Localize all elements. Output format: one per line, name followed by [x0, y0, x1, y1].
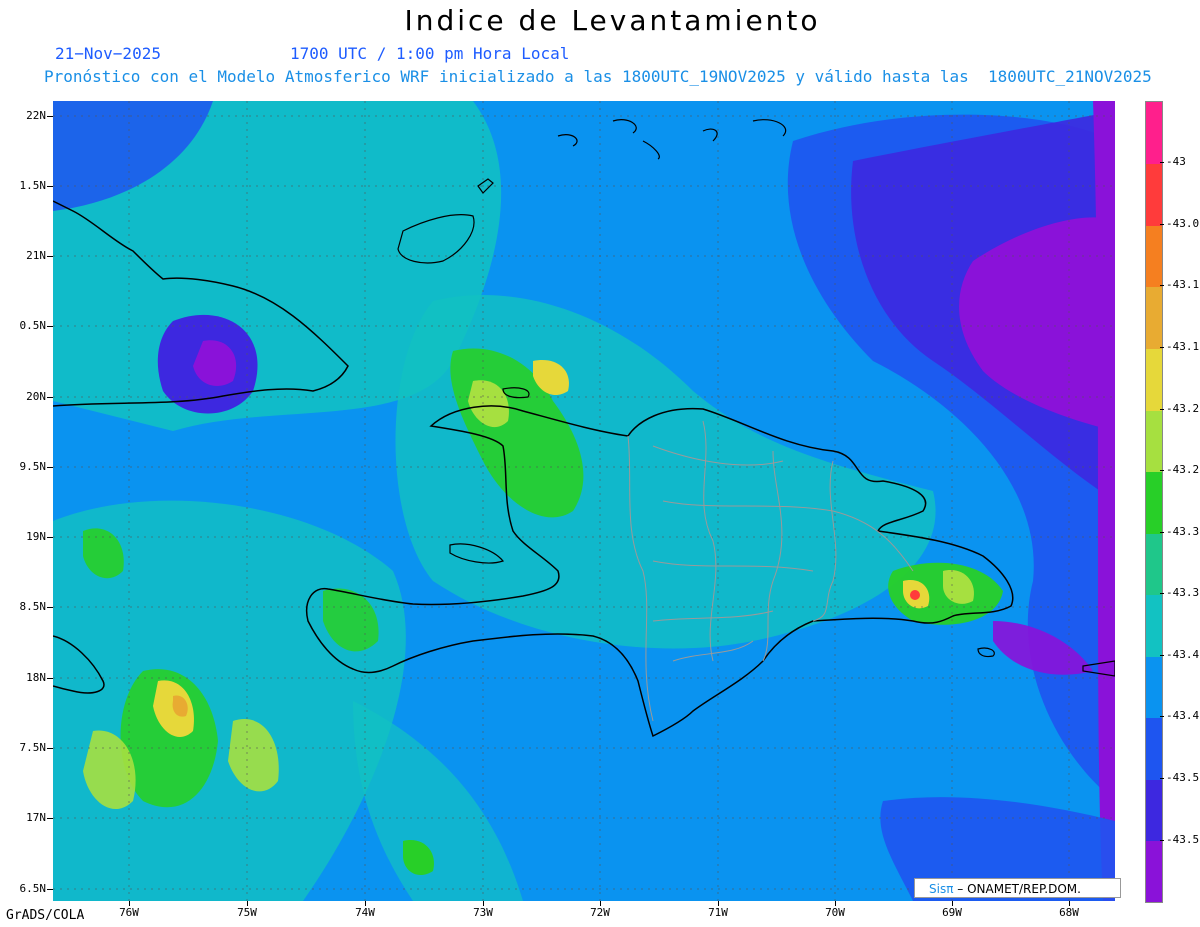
legend-label: -43: [1166, 155, 1186, 168]
legend-swatch: [1146, 472, 1162, 534]
lon-tick: [129, 901, 130, 906]
lon-tick: [483, 901, 484, 906]
legend-tick: [1160, 532, 1164, 533]
lon-label-76w: 76W: [119, 906, 139, 919]
lon-label-69w: 69W: [942, 906, 962, 919]
legend-tick: [1160, 470, 1164, 471]
lat-tick: [47, 256, 53, 257]
lon-label-71w: 71W: [708, 906, 728, 919]
legend-swatch: [1146, 349, 1162, 411]
legend-label: -43.1: [1166, 340, 1200, 353]
lat-tick: [47, 889, 53, 890]
lat-label-21-5n: 1.5N: [19, 179, 47, 192]
legend-label: -43.3: [1166, 586, 1200, 599]
forecast-time: 1700 UTC / 1:00 pm Hora Local: [290, 44, 570, 63]
lon-tick: [718, 901, 719, 906]
source-label: GrADS/COLA: [6, 908, 85, 923]
legend-swatch: [1146, 780, 1162, 841]
legend-swatch: [1146, 102, 1162, 164]
lon-tick: [600, 901, 601, 906]
lat-tick: [47, 467, 53, 468]
legend-label: -43.2: [1166, 463, 1200, 476]
field-red-east-dr: [910, 590, 920, 600]
legend-tick: [1160, 409, 1164, 410]
lon-tick: [1069, 901, 1070, 906]
lat-label-21n: 21N: [26, 249, 46, 262]
lat-label-16-5n: 6.5N: [19, 882, 47, 895]
legend-tick: [1160, 285, 1164, 286]
legend-label: -43.4: [1166, 709, 1200, 722]
legend-label: -43.2: [1166, 402, 1200, 415]
lat-tick: [47, 397, 53, 398]
lat-label-19-5n: 9.5N: [19, 460, 47, 473]
lon-label-72w: 72W: [590, 906, 610, 919]
lat-tick: [47, 326, 53, 327]
legend-swatch: [1146, 657, 1162, 718]
lat-label-18n: 18N: [26, 671, 46, 684]
legend-label: -43.5: [1166, 771, 1200, 784]
lat-tick: [47, 818, 53, 819]
credit-org: – ONAMET/REP.DOM.: [957, 882, 1081, 896]
lon-tick: [835, 901, 836, 906]
lon-tick: [247, 901, 248, 906]
credit-box: Sisπ – ONAMET/REP.DOM.: [914, 878, 1121, 898]
lon-tick: [952, 901, 953, 906]
lat-label-20n: 20N: [26, 390, 46, 403]
lat-tick: [47, 186, 53, 187]
lat-label-18-5n: 8.5N: [19, 600, 47, 613]
lon-label-70w: 70W: [825, 906, 845, 919]
legend-tick: [1160, 162, 1164, 163]
legend-tick: [1160, 840, 1164, 841]
lat-tick: [47, 678, 53, 679]
legend-tick: [1160, 655, 1164, 656]
legend-label: -43.1: [1166, 278, 1200, 291]
legend-tick: [1160, 224, 1164, 225]
lat-label-17n: 17N: [26, 811, 46, 824]
legend-swatch: [1146, 718, 1162, 780]
legend-label: -43.3: [1166, 525, 1200, 538]
forecast-date: 21−Nov−2025: [55, 44, 161, 63]
lon-label-75w: 75W: [237, 906, 257, 919]
lat-tick: [47, 537, 53, 538]
forecast-map[interactable]: [53, 101, 1115, 901]
color-legend: [1145, 101, 1163, 903]
lat-label-22n: 22N: [26, 109, 46, 122]
legend-tick: [1160, 716, 1164, 717]
legend-swatch: [1146, 595, 1162, 657]
lon-tick: [365, 901, 366, 906]
legend-tick: [1160, 778, 1164, 779]
legend-swatch: [1146, 287, 1162, 349]
lon-label-74w: 74W: [355, 906, 375, 919]
legend-swatch: [1146, 411, 1162, 472]
forecast-description: Pronóstico con el Modelo Atmosferico WRF…: [44, 67, 1152, 86]
legend-swatch: [1146, 534, 1162, 595]
legend-swatch: [1146, 164, 1162, 226]
lat-tick: [47, 748, 53, 749]
legend-label: -43.5: [1166, 833, 1200, 846]
lon-label-73w: 73W: [473, 906, 493, 919]
lat-label-20-5n: 0.5N: [19, 319, 47, 332]
lat-tick: [47, 607, 53, 608]
credit-brand: Sisπ: [929, 882, 954, 896]
legend-tick: [1160, 593, 1164, 594]
legend-label: -43.4: [1166, 648, 1200, 661]
lat-tick: [47, 116, 53, 117]
legend-tick: [1160, 347, 1164, 348]
legend-swatch: [1146, 226, 1162, 287]
map-field-svg: [53, 101, 1115, 901]
lon-label-68w: 68W: [1059, 906, 1079, 919]
map-title: Indice de Levantamiento: [404, 4, 821, 37]
legend-label: -43.0: [1166, 217, 1200, 230]
legend-swatch: [1146, 841, 1162, 902]
lat-label-19n: 19N: [26, 530, 46, 543]
lat-label-17-5n: 7.5N: [19, 741, 47, 754]
